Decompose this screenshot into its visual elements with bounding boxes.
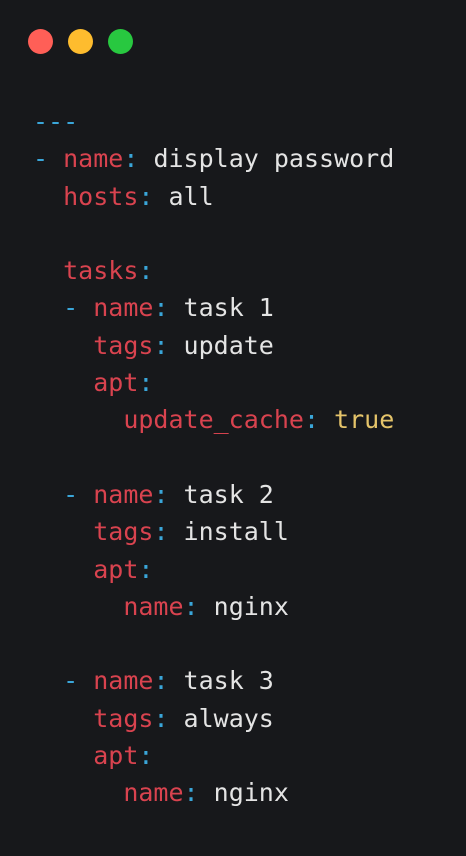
- code-line: apt:: [33, 364, 394, 401]
- code-line: tags: always: [33, 700, 394, 737]
- yaml-boolean: true: [334, 405, 395, 435]
- yaml-punctuation: :: [183, 778, 214, 808]
- code-line: update_cache: true: [33, 401, 394, 438]
- yaml-punctuation: :: [138, 256, 154, 286]
- yaml-key: update_cache: [123, 405, 304, 435]
- code-line: tags: install: [33, 513, 394, 550]
- yaml-key: name: [93, 479, 154, 509]
- code-line: tags: update: [33, 327, 394, 364]
- yaml-key: apt: [93, 554, 139, 584]
- yaml-punctuation: -: [33, 144, 64, 174]
- yaml-value: display password: [153, 144, 395, 174]
- yaml-value: nginx: [213, 778, 289, 808]
- yaml-punctuation: :: [138, 741, 154, 771]
- yaml-key: apt: [93, 741, 139, 771]
- code-line: - name: display password: [33, 140, 394, 177]
- code-line: hosts: all: [33, 178, 394, 215]
- yaml-punctuation: -: [63, 479, 94, 509]
- yaml-punctuation: :: [153, 517, 184, 547]
- yaml-value: task 1: [183, 293, 274, 323]
- yaml-value: all: [168, 181, 214, 211]
- yaml-key: apt: [93, 368, 139, 398]
- yaml-value: install: [183, 517, 289, 547]
- yaml-key: name: [123, 591, 184, 621]
- code-line: apt:: [33, 737, 394, 774]
- yaml-punctuation: :: [153, 293, 184, 323]
- yaml-punctuation: :: [153, 666, 184, 696]
- yaml-value: always: [183, 703, 274, 733]
- code-line: - name: task 3: [33, 662, 394, 699]
- code-line: ---: [33, 103, 394, 140]
- close-button[interactable]: [28, 29, 53, 54]
- yaml-punctuation: ---: [33, 107, 79, 136]
- maximize-button[interactable]: [108, 29, 133, 54]
- code-block: --- - name: display password hosts: all t…: [33, 103, 394, 812]
- code-line: - name: task 1: [33, 289, 394, 326]
- code-line: name: nginx: [33, 588, 394, 625]
- yaml-key: hosts: [63, 181, 139, 211]
- code-line: apt:: [33, 551, 394, 588]
- yaml-key: name: [93, 293, 154, 323]
- window-controls: [28, 29, 133, 54]
- yaml-value: update: [183, 330, 274, 360]
- minimize-button[interactable]: [68, 29, 93, 54]
- code-window: --- - name: display password hosts: all t…: [0, 0, 466, 856]
- yaml-punctuation: :: [303, 405, 335, 435]
- yaml-punctuation: :: [183, 591, 214, 621]
- yaml-punctuation: :: [153, 703, 184, 733]
- yaml-key: tasks: [63, 256, 139, 286]
- yaml-punctuation: -: [63, 666, 94, 696]
- yaml-punctuation: -: [63, 293, 94, 323]
- yaml-value: task 3: [183, 666, 274, 696]
- yaml-punctuation: :: [138, 554, 154, 584]
- yaml-key: name: [93, 666, 154, 696]
- yaml-punctuation: :: [138, 368, 154, 398]
- code-line: - name: task 2: [33, 476, 394, 513]
- yaml-punctuation: :: [153, 330, 184, 360]
- yaml-punctuation: :: [153, 479, 184, 509]
- code-line: name: nginx: [33, 774, 394, 811]
- yaml-key: tags: [93, 703, 154, 733]
- yaml-value: nginx: [213, 591, 289, 621]
- yaml-punctuation: :: [138, 181, 169, 211]
- yaml-value: task 2: [183, 479, 274, 509]
- code-line: tasks:: [33, 252, 394, 289]
- yaml-key: name: [123, 778, 184, 808]
- yaml-key: tags: [93, 517, 154, 547]
- yaml-punctuation: :: [123, 144, 154, 174]
- yaml-key: name: [63, 144, 124, 174]
- yaml-key: tags: [93, 330, 154, 360]
